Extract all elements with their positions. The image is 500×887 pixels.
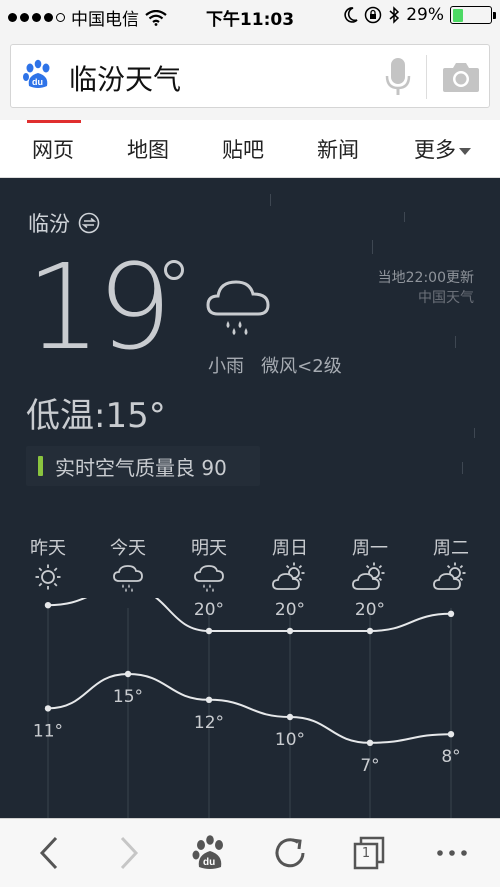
weather-source[interactable]: 中国天气 (378, 288, 474, 308)
forecast-day-label: 今天 (110, 538, 146, 559)
chevron-down-icon (459, 147, 471, 155)
aqi-text: 实时空气质量良 90 (55, 455, 227, 480)
battery-icon (450, 6, 496, 24)
weather-card[interactable]: 临汾 19 小雨 微风<2级 当地22:00更新 中国天气 低温:15° 实时空… (0, 178, 500, 818)
wind-text: 微风<2级 (261, 356, 342, 377)
svg-text:du: du (203, 857, 215, 868)
refresh-icon[interactable] (270, 833, 310, 873)
low-temp-label: 8° (441, 747, 460, 767)
forecast-day-label: 周二 (433, 538, 469, 559)
search-header: du 临汾天气 (0, 34, 500, 120)
aqi-indicator (38, 456, 43, 476)
partly-cloudy-icon (352, 562, 385, 590)
city-name: 临汾 (28, 212, 70, 236)
low-temp-label: 11° (33, 721, 63, 741)
tab-count: 1 (361, 846, 371, 861)
rotation-lock-icon (364, 6, 382, 24)
low-temp-point (44, 705, 52, 712)
high-temp-point (447, 610, 455, 617)
forecast-day-label: 明天 (191, 538, 227, 559)
low-temp-point (124, 670, 132, 678)
more-menu-icon[interactable] (432, 833, 472, 873)
tab-more-label: 更多 (414, 138, 456, 162)
tab-news[interactable]: 新闻 (317, 134, 359, 164)
forward-icon[interactable] (108, 833, 148, 873)
search-input[interactable]: 临汾天气 (69, 58, 181, 98)
forecast-days: 昨天 今天 明天 周日 周一 周二 (0, 534, 500, 594)
active-tab-indicator (27, 120, 81, 123)
tab-web[interactable]: 网页 (32, 134, 74, 164)
city-selector[interactable]: 临汾 (28, 208, 100, 238)
current-temperature: 19 (26, 238, 172, 376)
camera-icon[interactable] (441, 59, 481, 95)
degree-symbol (164, 260, 184, 280)
status-bar: 中国电信 下午11:03 29% (0, 0, 500, 34)
low-temp-point (447, 731, 455, 738)
battery-percent: 29% (406, 5, 444, 25)
switch-city-icon[interactable] (78, 212, 100, 234)
microphone-icon[interactable] (383, 56, 413, 98)
low-temp-point (205, 696, 213, 703)
moon-icon (344, 7, 358, 23)
weather-condition: 小雨 微风<2级 (208, 352, 342, 378)
forecast-day-label: 周一 (352, 538, 388, 559)
back-icon[interactable] (30, 833, 70, 873)
forecast-chart: 23°11°25°15°20°12°20°10°20°7°22°8° (33, 598, 466, 818)
high-temp-line (47, 598, 452, 632)
air-quality-badge[interactable]: 实时空气质量良 90 (26, 446, 260, 486)
browser-toolbar: du 1 (0, 818, 500, 887)
high-temp-label: 20° (194, 600, 224, 620)
low-temp-label: 7° (360, 756, 379, 776)
high-temp-point (286, 627, 294, 635)
partly-cloudy-icon (272, 562, 305, 590)
forecast-day-label: 周日 (272, 538, 308, 559)
rain-icon (194, 565, 224, 592)
low-temp-label: 10° (275, 730, 305, 750)
low-temp-label: 12° (194, 713, 224, 733)
low-temp-point (286, 713, 294, 721)
sun-icon (35, 564, 61, 590)
low-temperature: 低温:15° (26, 396, 166, 436)
low-temp-line (47, 672, 452, 744)
rain-icon (113, 565, 143, 592)
search-divider (426, 55, 427, 99)
high-temp-point (205, 627, 213, 635)
high-temp-label: 20° (355, 600, 385, 620)
svg-text:du: du (32, 77, 43, 87)
update-time: 当地22:00更新 (377, 270, 474, 286)
status-right: 29% (344, 5, 496, 25)
high-temp-point (366, 627, 374, 635)
forecast-day-label: 昨天 (30, 538, 66, 559)
baidu-home-icon[interactable]: du (190, 833, 230, 873)
search-box[interactable]: du 临汾天气 (10, 44, 490, 108)
baidu-paw-icon[interactable]: du (21, 58, 55, 92)
tab-map[interactable]: 地图 (127, 134, 169, 164)
high-temp-label: 20° (275, 600, 305, 620)
low-temp-label: 15° (113, 687, 143, 707)
tabs-button[interactable]: 1 (350, 833, 390, 873)
tab-tieba[interactable]: 贴吧 (222, 134, 264, 164)
rain-cloud-icon (206, 280, 270, 335)
high-temp-label: 22° (436, 598, 466, 603)
condition-text: 小雨 (208, 356, 244, 377)
tab-more[interactable]: 更多 (414, 134, 471, 164)
update-info: 当地22:00更新 中国天气 (378, 268, 474, 308)
search-tabs: 网页 地图 贴吧 新闻 更多 (0, 120, 500, 178)
battery-fill (452, 8, 464, 22)
low-temp-point (366, 739, 374, 746)
high-temp-point (44, 602, 52, 609)
partly-cloudy-icon (433, 562, 466, 590)
bluetooth-icon (389, 6, 400, 24)
